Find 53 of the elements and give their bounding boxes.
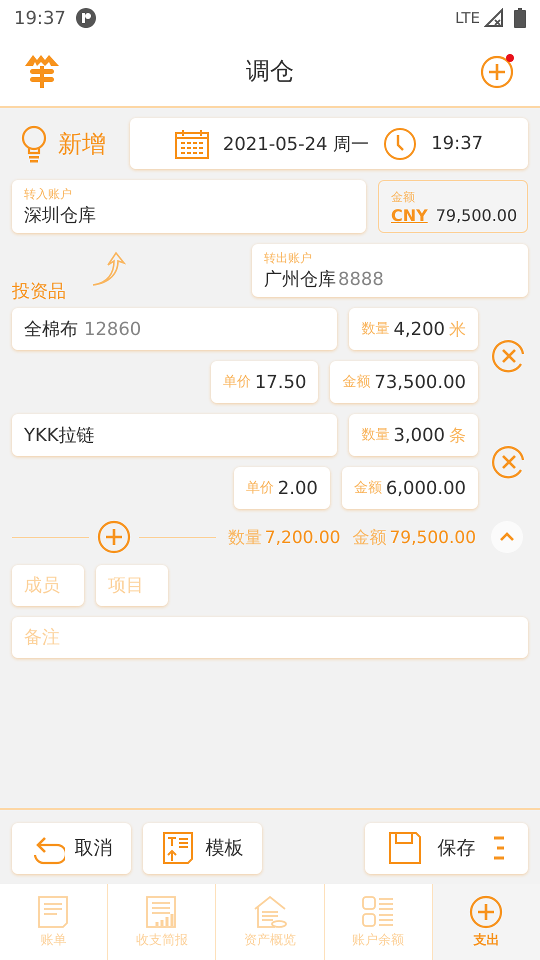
section-title: 投资品	[12, 280, 66, 303]
cancel-button[interactable]: 取消	[12, 822, 131, 874]
transfer-out-field[interactable]: 转出账户 广州仓库8888	[252, 244, 528, 297]
menu-icon	[492, 836, 506, 860]
house-icon	[253, 895, 287, 929]
field-value: 广州仓库8888	[264, 268, 385, 291]
page-title: 调仓	[245, 56, 295, 87]
date-text: 2021-05-24 周一	[222, 132, 370, 156]
add-icon[interactable]	[480, 53, 516, 89]
quantity-field[interactable]: 数量 3,000 条	[349, 414, 478, 456]
item-name-field[interactable]: YKK拉链	[12, 414, 338, 456]
curved-arrow-icon	[90, 251, 126, 287]
time-text: 19:37	[431, 133, 484, 154]
yuan-logo-icon[interactable]	[24, 54, 60, 88]
chart-document-icon	[144, 895, 179, 929]
field-label: 转出账户	[264, 250, 313, 267]
unit-price-field[interactable]: 单价 2.00	[234, 467, 330, 509]
item-amount-field[interactable]: 金额 6,000.00	[342, 467, 478, 509]
total-amount: 金额 79,500.00	[352, 526, 476, 548]
battery-icon	[514, 8, 526, 28]
status-time: 19:37	[14, 8, 66, 28]
template-button[interactable]: 模板	[143, 822, 262, 874]
remove-icon[interactable]	[492, 338, 526, 372]
app-notification-icon	[76, 8, 96, 28]
item-amount-field[interactable]: 金额 73,500.00	[330, 361, 478, 403]
note-field[interactable]: 备注	[12, 617, 528, 658]
field-label: 转入账户	[24, 186, 73, 203]
calendar-icon	[174, 128, 209, 158]
amount-field[interactable]: 金额 CNY 79,500.00	[378, 180, 528, 233]
field-label: 金额	[391, 188, 416, 206]
bill-icon	[36, 895, 71, 929]
field-value: 深圳仓库	[24, 204, 97, 227]
transfer-in-field[interactable]: 转入账户 深圳仓库	[12, 180, 366, 233]
datetime-button[interactable]: 2021-05-24 周一 19:37	[130, 118, 528, 169]
item-name-field[interactable]: 全棉布 12860	[12, 308, 338, 350]
signal-icon	[484, 8, 504, 28]
unit-price-field[interactable]: 单价 17.50	[210, 361, 318, 403]
clock-icon	[383, 126, 418, 160]
list-icon	[361, 895, 396, 929]
lightbulb-icon	[20, 124, 48, 162]
quantity-field[interactable]: 数量 4,200 米	[349, 308, 478, 350]
add-icon	[469, 895, 504, 929]
network-label: LTE	[455, 9, 480, 27]
document-icon	[162, 831, 196, 865]
mode-label: 新增	[58, 128, 106, 160]
save-button[interactable]: 保存	[365, 822, 528, 874]
tag-field[interactable]: 项目	[96, 565, 168, 606]
remove-icon[interactable]	[492, 444, 526, 478]
collapse-icon[interactable]	[490, 520, 524, 554]
amount-value: 79,500.00	[436, 206, 518, 224]
total-quantity: 数量 7,200.00	[228, 526, 340, 548]
tag-field[interactable]: 成员	[12, 565, 84, 606]
add-item-icon[interactable]	[96, 520, 131, 554]
